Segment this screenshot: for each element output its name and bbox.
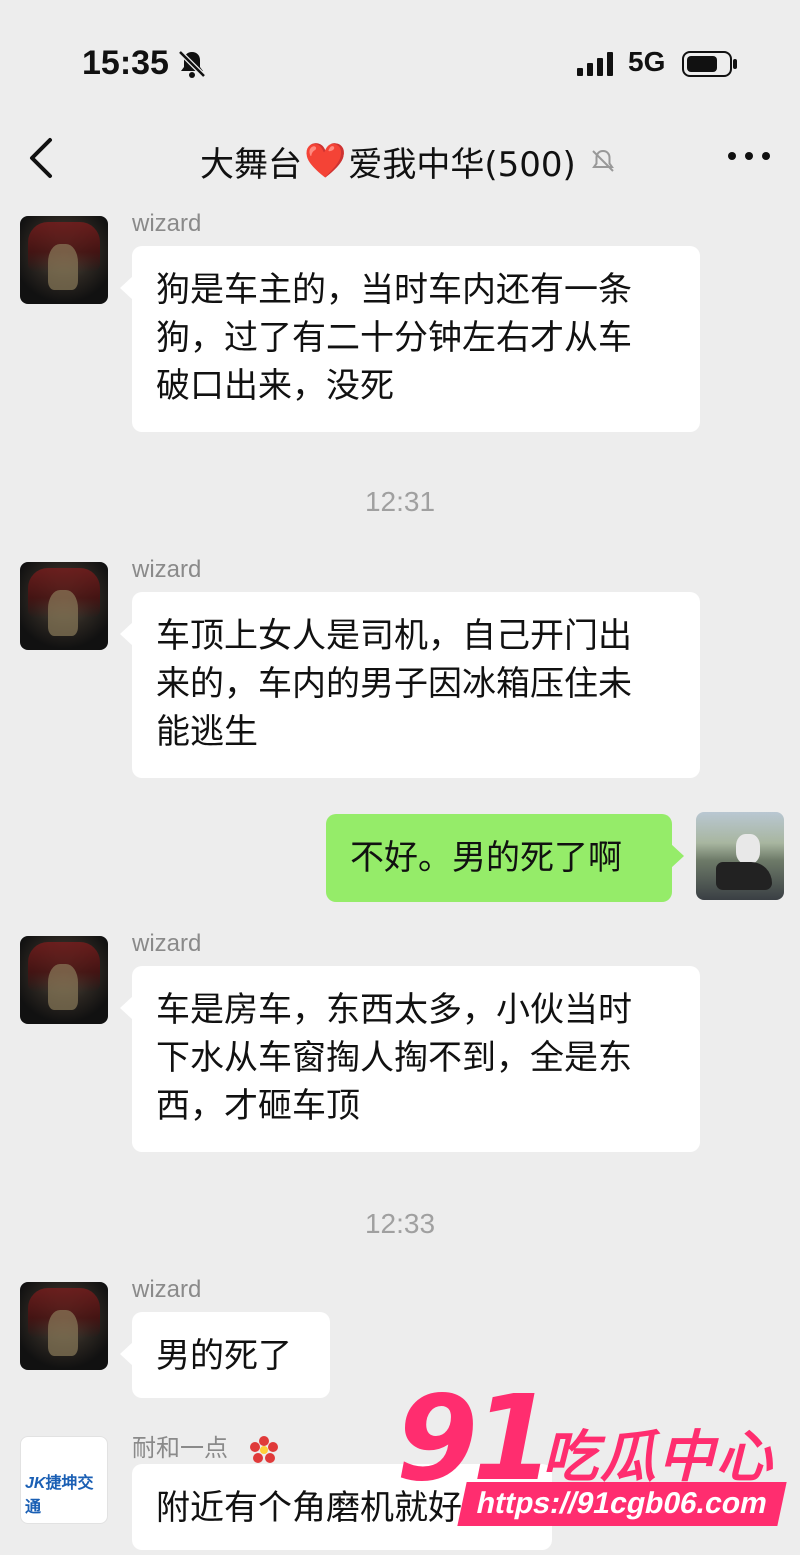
more-icon[interactable]: [726, 148, 772, 164]
message-line: 车是房车，东西太多，小伙当时: [156, 990, 632, 1030]
title-prefix: 大舞台: [200, 144, 302, 185]
message-line: 破口出来，没死: [156, 366, 394, 406]
muted-icon: [591, 149, 614, 172]
message-bubble-outgoing[interactable]: 不好。男的死了啊: [326, 814, 684, 902]
status-bar: 15:35 5G: [0, 0, 800, 120]
avatar[interactable]: [20, 1282, 108, 1370]
watermark: 91 吃瓜中心 https://91cgb06.com: [392, 1378, 792, 1538]
timestamp: 12:33: [364, 1208, 436, 1239]
message-line: 狗，过了有二十分钟左右才从车: [156, 318, 632, 358]
sender-name: 耐和一点: [132, 1435, 228, 1462]
back-chevron-icon[interactable]: [26, 134, 58, 182]
message-line: 下水从车窗掏人掏不到，全是东: [156, 1038, 632, 1078]
message-bubble[interactable]: 男的死了: [120, 1312, 330, 1398]
battery-icon: [682, 51, 737, 77]
chat-header: 大舞台 ❤️ 爱我中华(500): [0, 120, 800, 200]
avatar[interactable]: [20, 936, 108, 1024]
self-avatar[interactable]: [696, 812, 784, 900]
logo-mark: JK捷坤交通: [25, 1475, 94, 1516]
message-line: 来的，车内的男子因冰箱压住未: [156, 664, 632, 704]
flower-icon: [249, 1435, 278, 1463]
message-bubble[interactable]: 狗是车主的，当时车内还有一条 狗，过了有二十分钟左右才从车 破口出来，没死: [120, 246, 700, 432]
watermark-url: https://91cgb06.com: [457, 1482, 787, 1526]
timestamp: 12:31: [364, 486, 436, 517]
avatar[interactable]: JK捷坤交通: [20, 1436, 108, 1524]
sender-name: wizard: [132, 1276, 202, 1303]
watermark-brand: 吃瓜中心: [542, 1425, 774, 1490]
network-label: 5G: [628, 46, 666, 77]
sender-name: wizard: [132, 210, 202, 237]
title-suffix: 爱我中华(500): [348, 144, 576, 185]
bell-muted-icon: [178, 50, 206, 78]
avatar[interactable]: [20, 562, 108, 650]
message-line: 西，才砸车顶: [156, 1086, 360, 1126]
sender-name: wizard: [132, 930, 202, 957]
chat-title: 大舞台 ❤️ 爱我中华(500): [200, 136, 618, 186]
message-line: 男的死了: [156, 1336, 292, 1376]
heart-emoji: ❤️: [304, 141, 347, 181]
message-line: 狗是车主的，当时车内还有一条: [156, 270, 632, 310]
sender-name-row: 耐和一点: [132, 1428, 279, 1465]
avatar[interactable]: [20, 216, 108, 304]
signal-icon: [577, 52, 613, 76]
message-line: 能逃生: [156, 712, 258, 752]
message-bubble[interactable]: 车是房车，东西太多，小伙当时 下水从车窗掏人掏不到，全是东 西，才砸车顶: [120, 966, 700, 1152]
message-line: 车顶上女人是司机，自己开门出: [156, 616, 632, 656]
message-bubble[interactable]: 车顶上女人是司机，自己开门出 来的，车内的男子因冰箱压住未 能逃生: [120, 592, 700, 778]
status-time: 15:35: [82, 44, 169, 82]
message-line: 不好。男的死了啊: [350, 838, 622, 878]
watermark-number: 91: [396, 1369, 554, 1507]
sender-name: wizard: [132, 556, 202, 583]
